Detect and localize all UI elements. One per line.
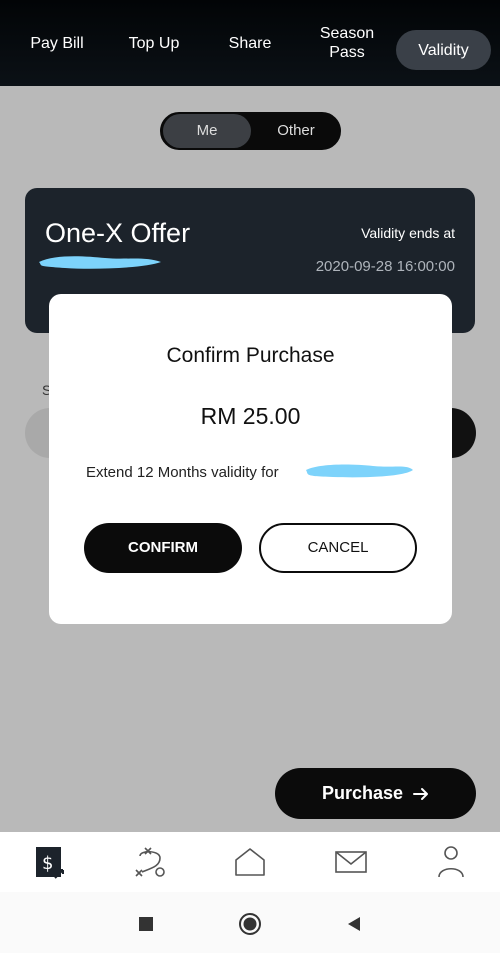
- system-home-button[interactable]: [238, 912, 262, 936]
- tab-season-pass[interactable]: Season Pass: [306, 0, 388, 86]
- redacted-scribble: [39, 256, 161, 269]
- nav-bill[interactable]: $: [30, 844, 70, 880]
- nav-mail[interactable]: [331, 844, 371, 880]
- recent-apps-button[interactable]: [134, 912, 158, 936]
- tab-top-up[interactable]: Top Up: [114, 0, 194, 86]
- strategy-icon: [135, 847, 165, 877]
- bill-icon: $: [36, 847, 64, 879]
- offer-title: One-X Offer: [45, 218, 191, 248]
- bottom-navigation: $: [0, 832, 500, 892]
- system-navigation: [0, 892, 500, 953]
- tab-share[interactable]: Share: [214, 0, 286, 86]
- nav-strategy[interactable]: [130, 844, 170, 880]
- validity-date: 2020-09-28 16:00:00: [315, 258, 455, 275]
- top-navigation: Pay Bill Top Up Share Season Pass Validi…: [0, 0, 500, 86]
- cancel-button[interactable]: CANCEL: [259, 523, 417, 573]
- mail-icon: [335, 851, 367, 873]
- tab-pay-bill[interactable]: Pay Bill: [18, 0, 96, 86]
- purchase-label: Purchase: [321, 783, 404, 803]
- arrow-right-icon: [413, 787, 429, 800]
- confirm-purchase-dialog: Confirm Purchase RM 25.00 Extend 12 Mont…: [49, 294, 452, 624]
- validity-label: Validity ends at: [361, 225, 455, 241]
- dialog-amount: RM 25.00: [200, 403, 301, 429]
- recipient-toggle: Me Other: [160, 112, 341, 150]
- redacted-scribble: [306, 464, 413, 478]
- back-icon: [348, 917, 360, 931]
- svg-text:$: $: [42, 853, 53, 874]
- nav-profile[interactable]: [431, 844, 471, 880]
- nav-home[interactable]: [230, 844, 270, 880]
- recent-apps-icon: [139, 917, 153, 931]
- purchase-button[interactable]: Purchase: [275, 768, 476, 819]
- confirm-button[interactable]: CONFIRM: [84, 523, 242, 573]
- dialog-title: Confirm Purchase: [166, 344, 335, 367]
- dialog-description: Extend 12 Months validity for: [86, 464, 279, 481]
- profile-icon: [438, 846, 464, 878]
- toggle-me[interactable]: Me: [163, 114, 251, 148]
- tab-validity[interactable]: Validity: [396, 30, 491, 70]
- home-circle-icon: [239, 913, 261, 935]
- toggle-other[interactable]: Other: [252, 114, 340, 148]
- system-back-button[interactable]: [342, 912, 366, 936]
- home-icon: [235, 848, 265, 876]
